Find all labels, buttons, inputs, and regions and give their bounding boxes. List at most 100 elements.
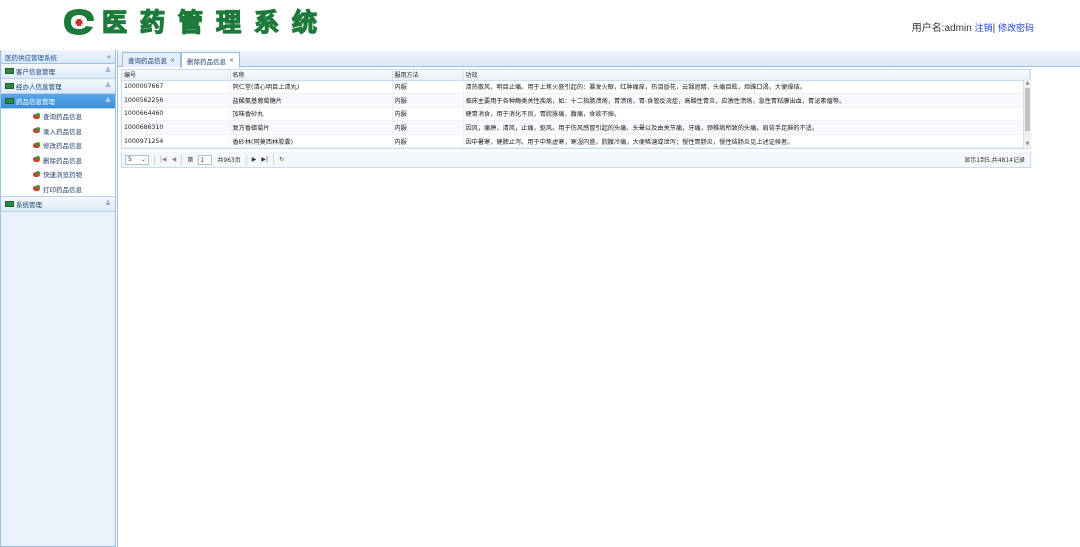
divider [273, 154, 274, 165]
table-row[interactable]: 1000562256 盐酸氨基葡萄糖片 内服 临床主要用于各种酶类关性疾病，如：… [122, 93, 1030, 108]
cell-name: 香砂林(阿莫西林胶囊) [230, 134, 393, 149]
menu-item-query-drug[interactable]: 查询药品信息 [1, 109, 115, 124]
panel-customer[interactable]: 客户信息管理 ≚ [1, 64, 115, 79]
main-area: 查询药品信息 × 删除药品信息 × 编号 名称 服用方法 功效 10000076… [117, 50, 1080, 547]
folder-icon [5, 201, 14, 207]
folder-icon [5, 68, 14, 74]
panel-drug[interactable]: 药品信息管理 ≙ [1, 94, 115, 109]
expand-icon[interactable]: ≚ [105, 82, 111, 90]
tab-delete-drug[interactable]: 删除药品信息 × [181, 52, 241, 68]
tab-bar: 查询药品信息 × 删除药品信息 × [118, 50, 1080, 68]
table-row[interactable]: 1000007667 同仁堂(清心明目上清丸) 内服 清热散风，明目止痛。用于上… [122, 80, 1030, 95]
next-page-icon[interactable]: ▶ [252, 156, 257, 163]
user-area: 用户名:admin 注销| 修改密码 [912, 19, 1034, 34]
cell-id: 1000971254 [122, 134, 231, 149]
logo-mark-icon [60, 6, 98, 36]
collapse-icon[interactable]: ≙ [105, 97, 111, 105]
cell-effect: 因中暑寒，健脾止泻。用于中焦虚寒，寒湿内盛，脘腹冷痛，大便稀溏或泄泻；慢性胃肠炎… [463, 134, 1030, 149]
chevron-down-icon: ⌄ [140, 156, 146, 163]
page-prefix: 第 [187, 157, 194, 164]
panel-label: 客户信息管理 [16, 68, 55, 76]
tab-query-drug[interactable]: 查询药品信息 × [122, 52, 182, 67]
prev-page-icon[interactable]: ◀ [172, 156, 177, 163]
vertical-scrollbar[interactable]: ▲ ▼ [1023, 80, 1031, 148]
menu-item-add-drug[interactable]: 录入药品信息 [1, 124, 115, 139]
close-icon[interactable]: × [170, 57, 175, 64]
cell-name: 复方香蜡菊片 [230, 120, 393, 135]
folder-icon [5, 98, 14, 104]
close-icon[interactable]: × [229, 57, 234, 64]
panel-label: 药品信息管理 [16, 98, 55, 106]
change-password-link[interactable]: 修改密码 [998, 23, 1034, 33]
page-total: 共963页 [217, 157, 241, 164]
panel-agent[interactable]: 经办人信息管理 ≚ [1, 79, 115, 94]
panel-system[interactable]: 系统管理 ≚ [1, 197, 115, 212]
scroll-down-icon[interactable]: ▼ [1024, 141, 1031, 148]
cell-usage: 内服 [392, 107, 464, 122]
menu-item-label: 修改药品信息 [43, 142, 82, 151]
column-header-usage[interactable]: 服用方法 [392, 70, 464, 81]
cell-usage: 内服 [392, 80, 464, 95]
table-row[interactable]: 1000686310 复方香蜡菊片 内服 因风，痛痹，清风，止痛，驱风。用于伤风… [122, 120, 1030, 135]
tab-label: 删除药品信息 [187, 57, 226, 66]
scroll-thumb[interactable] [1025, 88, 1030, 131]
pill-icon [33, 112, 40, 119]
cell-effect: 清热散风，明目止痛。用于上焦火盛引起的：暴发火眼，红肿痛痒，热泪昏花，云翳遮睛，… [463, 80, 1030, 95]
cell-usage: 内服 [392, 93, 464, 108]
table-row[interactable]: 1000971254 香砂林(阿莫西林胶囊) 内服 因中暑寒，健脾止泻。用于中焦… [122, 134, 1030, 149]
cell-usage: 内服 [392, 120, 464, 135]
logo: 医药管理系统 [60, 4, 360, 38]
cell-usage: 内服 [392, 134, 464, 149]
menu-item-delete-drug[interactable]: 删除药品信息 [1, 153, 115, 168]
column-header-effect[interactable]: 功效 [463, 70, 1030, 81]
cell-id: 1000007667 [122, 80, 231, 95]
drug-menu: 查询药品信息 录入药品信息 修改药品信息 删除药品信息 快速浏览药物 打印药品信… [1, 109, 115, 197]
cell-id: 1000686310 [122, 120, 231, 135]
pill-icon [33, 141, 40, 148]
expand-icon[interactable]: ≚ [105, 200, 111, 208]
first-page-icon[interactable]: |◀ [160, 156, 167, 163]
menu-item-browse-drug[interactable]: 快速浏览药物 [1, 167, 115, 182]
cell-name: 同仁堂(清心明目上清丸) [230, 80, 393, 95]
app-title: 医药管理系统 [101, 7, 331, 37]
column-header-name[interactable]: 名称 [230, 70, 393, 81]
table-row[interactable]: 1000664460 加味香砂丸 内服 健胃消食，用于消化不良，胃脘胀痛，腹痛，… [122, 107, 1030, 122]
cell-name: 盐酸氨基葡萄糖片 [230, 93, 393, 108]
page-number-input[interactable]: 1 [198, 154, 213, 165]
refresh-icon[interactable]: ↻ [279, 156, 284, 163]
cell-name: 加味香砂丸 [230, 107, 393, 122]
cell-effect: 临床主要用于各种酶类关性疾病，如：十二指肠溃疡，胃溃疡，胃-食管反流症，高酸性胃… [463, 93, 1030, 108]
menu-item-label: 查询药品信息 [43, 113, 82, 122]
collapse-sidebar-icon[interactable]: « [107, 53, 111, 61]
panel-label: 系统管理 [16, 201, 42, 209]
pill-icon [33, 156, 40, 163]
cell-effect: 因风，痛痹，清风，止痛，驱风。用于伤风感冒引起的头痛、头晕以及由关节痛，牙痛，颈… [463, 120, 1030, 135]
tab-label: 查询药品信息 [128, 57, 167, 65]
cell-id: 1000562256 [122, 93, 231, 108]
sidebar-title: 医药供应管理系统 « [1, 50, 115, 64]
drug-table: 编号 名称 服用方法 功效 1000007667 同仁堂(清心明目上清丸) 内服… [121, 69, 1031, 150]
cell-id: 1000664460 [122, 107, 231, 122]
pill-icon [33, 170, 40, 177]
menu-item-edit-drug[interactable]: 修改药品信息 [1, 138, 115, 153]
last-page-icon[interactable]: ▶| [261, 156, 268, 163]
menu-item-print-drug[interactable]: 打印药品信息 [1, 182, 115, 197]
sidebar: 医药供应管理系统 « 客户信息管理 ≚ 经办人信息管理 ≚ 药品信息管理 ≙ 查… [0, 50, 116, 547]
pagination-bar: 5 ⌄ |◀ ◀ 第 1 共963页 ▶ ▶| ↻ 显示1到5,共4814记录 [121, 152, 1031, 168]
username-label: 用户名:admin [911, 23, 972, 34]
sidebar-title-text: 医药供应管理系统 [5, 53, 57, 62]
menu-item-label: 快速浏览药物 [43, 171, 82, 180]
scroll-up-icon[interactable]: ▲ [1024, 80, 1031, 87]
menu-item-label: 删除药品信息 [43, 156, 82, 165]
panel-label: 经办人信息管理 [16, 83, 62, 91]
menu-item-label: 录入药品信息 [43, 127, 82, 136]
link-separator: | [992, 23, 996, 34]
pill-icon [33, 127, 40, 134]
pagination-info: 显示1到5,共4814记录 [964, 157, 1025, 164]
logout-link[interactable]: 注销 [975, 23, 993, 33]
column-header-id[interactable]: 编号 [122, 70, 231, 81]
menu-item-label: 打印药品信息 [43, 185, 82, 194]
page-size-select[interactable]: 5 ⌄ [125, 154, 149, 165]
pill-icon [33, 185, 40, 192]
expand-icon[interactable]: ≚ [105, 67, 111, 75]
